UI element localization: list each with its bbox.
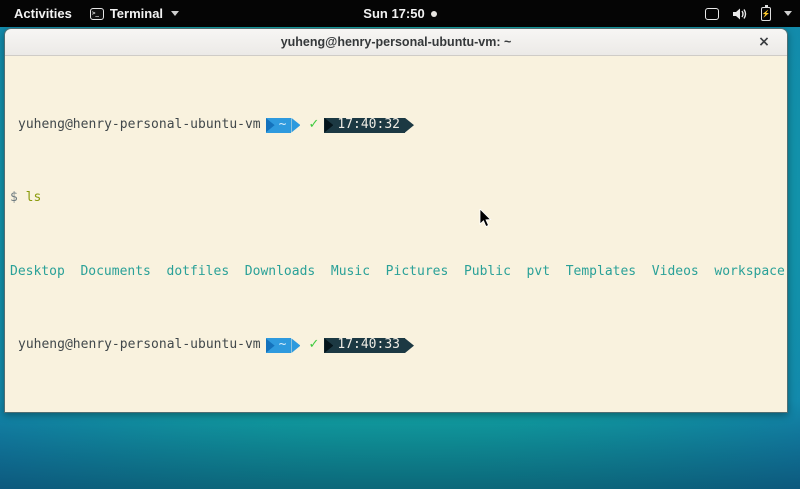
volume-icon	[732, 7, 748, 21]
powerline-cwd-segment: ~	[266, 118, 301, 133]
system-tray[interactable]: ⚡	[705, 0, 792, 27]
screen-icon	[705, 8, 719, 20]
powerline-cwd-segment: ~	[266, 338, 301, 353]
active-input-line[interactable]: $	[10, 412, 785, 413]
prompt-line: yuheng@henry-personal-ubuntu-vm ~ ✓ 17:4…	[10, 338, 785, 353]
typed-command: ls	[26, 191, 42, 206]
chevron-down-icon	[784, 11, 792, 16]
shell-prompt-symbol: $	[10, 191, 18, 206]
text-cursor	[26, 412, 34, 413]
ls-output: Desktop Documents dotfiles Downloads Mus…	[10, 265, 785, 280]
app-menu-terminal[interactable]: >_ Terminal	[90, 6, 179, 21]
chevron-down-icon	[171, 11, 179, 16]
status-check-icon: ✓	[308, 338, 319, 353]
terminal-window: yuheng@henry-personal-ubuntu-vm: ~ × yuh…	[4, 28, 788, 413]
terminal-icon: >_	[90, 8, 104, 20]
powerline-time-segment: 17:40:32	[324, 118, 414, 133]
prompt-user-host: yuheng@henry-personal-ubuntu-vm	[18, 338, 261, 353]
app-menu-label: Terminal	[110, 6, 163, 21]
activities-button[interactable]: Activities	[10, 4, 76, 23]
prompt-user-host: yuheng@henry-personal-ubuntu-vm	[18, 118, 261, 133]
status-check-icon: ✓	[308, 118, 319, 133]
close-icon[interactable]: ×	[755, 33, 773, 51]
powerline-time-segment: 17:40:33	[324, 338, 414, 353]
prompt-line: yuheng@henry-personal-ubuntu-vm ~ ✓ 17:4…	[10, 118, 785, 133]
command-line: $ ls	[10, 191, 785, 206]
clock[interactable]: Sun 17:50	[363, 6, 424, 21]
notification-dot-icon	[431, 11, 437, 17]
window-titlebar[interactable]: yuheng@henry-personal-ubuntu-vm: ~ ×	[5, 29, 787, 56]
top-bar: Activities >_ Terminal Sun 17:50 ⚡	[0, 0, 800, 27]
shell-prompt-symbol: $	[10, 412, 18, 413]
terminal-body[interactable]: yuheng@henry-personal-ubuntu-vm ~ ✓ 17:4…	[5, 56, 787, 413]
window-title: yuheng@henry-personal-ubuntu-vm: ~	[281, 35, 512, 49]
battery-charging-icon: ⚡	[761, 7, 771, 21]
